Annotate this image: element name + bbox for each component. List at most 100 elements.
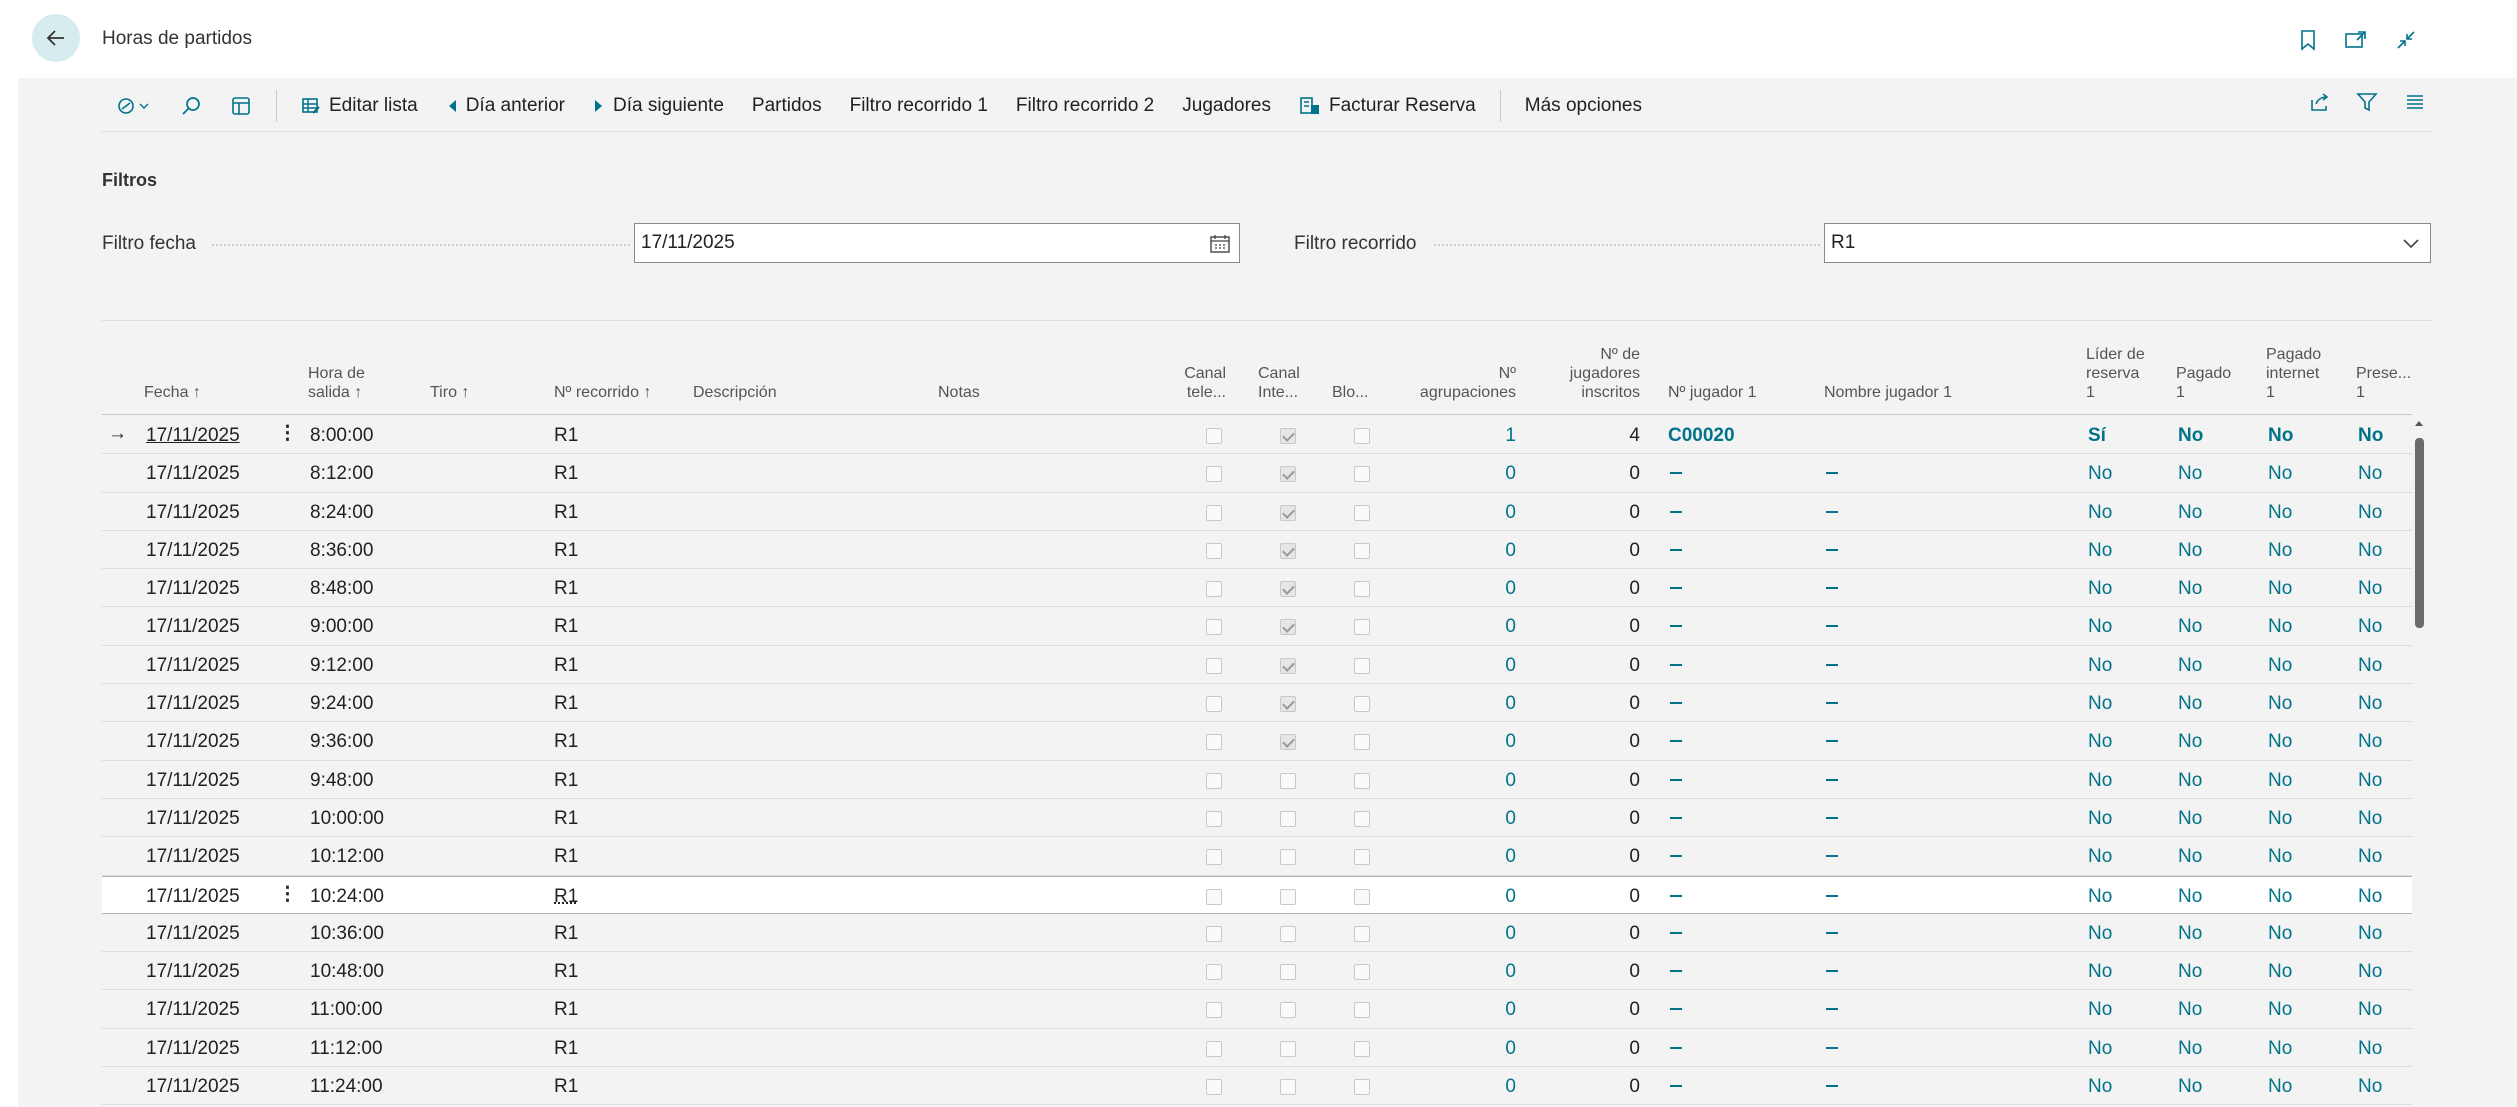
canal-tele-checkbox[interactable] (1206, 428, 1222, 444)
pagado-internet-cell[interactable]: No (2268, 425, 2293, 447)
lider-reserva-cell[interactable]: No (2088, 616, 2112, 638)
canal-inte-checkbox[interactable] (1280, 696, 1296, 713)
bloqueado-checkbox[interactable] (1354, 734, 1370, 751)
lider-reserva-cell[interactable]: No (2088, 923, 2112, 945)
pagado-internet-cell[interactable]: No (2268, 808, 2292, 830)
canal-tele-checkbox[interactable] (1206, 964, 1222, 981)
pagado-internet-cell[interactable]: No (2268, 655, 2292, 677)
column-header-bloqueado[interactable]: Blo... (1332, 383, 1368, 402)
agrupaciones-cell[interactable]: 0 (1432, 502, 1516, 524)
canal-inte-checkbox[interactable] (1280, 849, 1296, 866)
collapse-icon[interactable] (2390, 24, 2422, 56)
canal-inte-checkbox[interactable] (1280, 964, 1296, 981)
column-header-jugadores-inscritos[interactable]: Nº de jugadores inscritos (1530, 345, 1640, 402)
table-row[interactable]: 17/11/2025 10:00:00 R1 0 0 No No No No (102, 799, 2412, 838)
player-name-empty-link[interactable] (1826, 510, 1838, 513)
pagado-internet-cell[interactable]: No (2268, 540, 2292, 562)
lider-reserva-cell[interactable]: No (2088, 502, 2112, 524)
agrupaciones-cell[interactable]: 0 (1432, 923, 1516, 945)
previous-day-button[interactable]: Día anterior (432, 86, 579, 126)
lider-reserva-cell[interactable]: No (2088, 886, 2112, 908)
bloqueado-checkbox[interactable] (1354, 466, 1370, 483)
bloqueado-checkbox[interactable] (1354, 925, 1370, 942)
scrollbar-thumb[interactable] (2415, 438, 2424, 628)
agrupaciones-cell[interactable]: 0 (1432, 731, 1516, 753)
fecha-cell[interactable]: 17/11/2025 (146, 463, 240, 485)
canal-inte-checkbox[interactable] (1280, 466, 1296, 483)
player-number-empty-link[interactable] (1670, 778, 1682, 781)
canal-inte-checkbox[interactable] (1280, 925, 1296, 942)
canal-tele-checkbox[interactable] (1206, 1002, 1222, 1019)
column-header-presentado[interactable]: Prese... 1 (2356, 364, 2411, 402)
pagado-cell[interactable]: No (2178, 540, 2202, 562)
pagado-internet-cell[interactable]: No (2268, 463, 2292, 485)
bloqueado-checkbox[interactable] (1354, 810, 1370, 827)
canal-tele-checkbox[interactable] (1206, 849, 1222, 866)
agrupaciones-cell[interactable]: 0 (1432, 1038, 1516, 1060)
filter-icon[interactable] (2351, 86, 2383, 118)
player-name-empty-link[interactable] (1826, 548, 1838, 551)
filter-course-2-button[interactable]: Filtro recorrido 2 (1002, 86, 1168, 126)
pagado-cell[interactable]: No (2178, 1076, 2202, 1098)
bloqueado-checkbox[interactable] (1354, 964, 1370, 981)
presentado-cell[interactable]: No (2358, 693, 2382, 715)
lider-reserva-cell[interactable]: No (2088, 655, 2112, 677)
matches-button[interactable]: Partidos (738, 86, 836, 126)
list-view-icon[interactable] (2399, 86, 2431, 118)
lider-reserva-cell[interactable]: No (2088, 770, 2112, 792)
player-number-empty-link[interactable] (1670, 1046, 1682, 1049)
pagado-cell[interactable]: No (2178, 999, 2202, 1021)
fecha-cell[interactable]: 17/11/2025 (146, 731, 240, 753)
column-header-hora[interactable]: Hora de salida ↑ (308, 364, 365, 402)
canal-inte-checkbox[interactable] (1280, 888, 1296, 905)
canal-inte-checkbox[interactable] (1280, 581, 1296, 598)
player-name-empty-link[interactable] (1826, 816, 1838, 819)
pagado-cell[interactable]: No (2178, 770, 2202, 792)
lider-reserva-cell[interactable]: No (2088, 578, 2112, 600)
player-number-empty-link[interactable] (1670, 740, 1682, 743)
canal-inte-checkbox[interactable] (1280, 504, 1296, 521)
search-button[interactable] (166, 86, 216, 126)
lider-reserva-cell[interactable]: No (2088, 1038, 2112, 1060)
table-row[interactable]: 17/11/2025 9:24:00 R1 0 0 No No No No (102, 684, 2412, 723)
table-row[interactable]: 17/11/2025 9:36:00 R1 0 0 No No No No (102, 722, 2412, 761)
canal-inte-checkbox[interactable] (1280, 1002, 1296, 1019)
fecha-cell[interactable]: 17/11/2025 (146, 425, 240, 447)
player-number-link[interactable]: C00020 (1668, 425, 1735, 447)
vertical-scrollbar[interactable] (2412, 416, 2426, 1107)
presentado-cell[interactable]: No (2358, 1038, 2382, 1060)
pagado-internet-cell[interactable]: No (2268, 770, 2292, 792)
fecha-cell[interactable]: 17/11/2025 (146, 1038, 240, 1060)
bloqueado-checkbox[interactable] (1354, 581, 1370, 598)
player-name-empty-link[interactable] (1826, 1046, 1838, 1049)
canal-inte-checkbox[interactable] (1280, 619, 1296, 636)
player-name-empty-link[interactable] (1826, 1008, 1838, 1011)
pagado-cell[interactable]: No (2178, 923, 2202, 945)
canal-inte-checkbox[interactable] (1280, 657, 1296, 674)
player-name-empty-link[interactable] (1826, 587, 1838, 590)
row-actions-icon[interactable]: ⋮ (278, 883, 297, 906)
bloqueado-checkbox[interactable] (1354, 1079, 1370, 1096)
column-header-notas[interactable]: Notas (938, 383, 980, 402)
agrupaciones-cell[interactable]: 0 (1432, 808, 1516, 830)
player-number-empty-link[interactable] (1670, 587, 1682, 590)
column-header-agrupaciones[interactable]: Nº agrupaciones (1400, 364, 1516, 402)
agrupaciones-cell[interactable]: 0 (1432, 1076, 1516, 1098)
agrupaciones-cell[interactable]: 0 (1432, 846, 1516, 868)
bookmark-icon[interactable] (2292, 24, 2324, 56)
player-name-empty-link[interactable] (1826, 740, 1838, 743)
pagado-internet-cell[interactable]: No (2268, 731, 2292, 753)
bloqueado-checkbox[interactable] (1354, 542, 1370, 559)
pagado-cell[interactable]: No (2178, 578, 2202, 600)
bloqueado-checkbox[interactable] (1354, 888, 1370, 905)
fecha-cell[interactable]: 17/11/2025 (146, 770, 240, 792)
canal-tele-checkbox[interactable] (1206, 619, 1222, 636)
pagado-cell[interactable]: No (2178, 502, 2202, 524)
agrupaciones-cell[interactable]: 0 (1432, 961, 1516, 983)
column-header-nombre-jugador[interactable]: Nombre jugador 1 (1824, 383, 1952, 402)
back-button[interactable] (32, 14, 80, 62)
player-number-empty-link[interactable] (1670, 548, 1682, 551)
fecha-cell[interactable]: 17/11/2025 (146, 846, 240, 868)
pagado-cell[interactable]: No (2178, 961, 2202, 983)
bloqueado-checkbox[interactable] (1354, 657, 1370, 674)
